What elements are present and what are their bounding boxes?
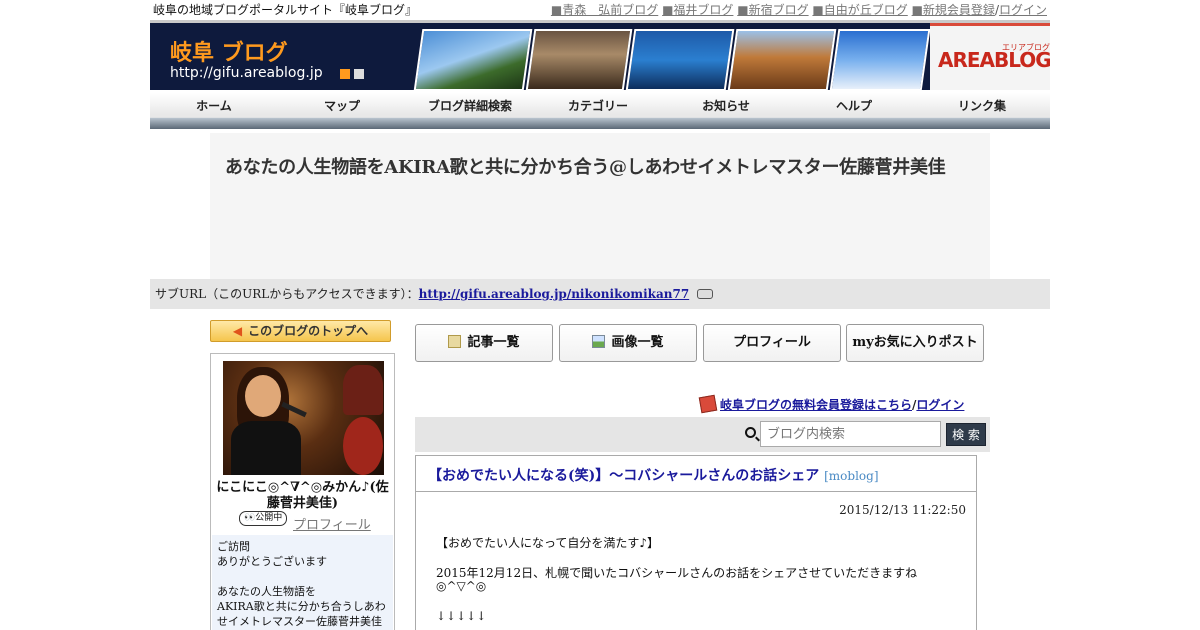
banner-photo-castle bbox=[413, 29, 533, 90]
link-aomori[interactable]: ■青森 弘前ブログ bbox=[551, 3, 658, 17]
blog-top-label: このブログのトップへ bbox=[248, 324, 369, 338]
link-login[interactable]: ログイン bbox=[999, 3, 1047, 17]
tab-image-list[interactable]: 画像一覧 bbox=[559, 324, 697, 362]
bio-line: せイメトレマスター佐藤菅井美佳 bbox=[217, 615, 382, 628]
link-shinjuku[interactable]: ■新宿ブログ bbox=[737, 3, 808, 17]
nav-links[interactable]: リンク集 bbox=[918, 97, 1046, 114]
register-prompt: 岐阜ブログの無料会員登録はこちら/ログイン bbox=[698, 394, 964, 414]
nav-map[interactable]: マップ bbox=[278, 97, 406, 114]
post-title-text[interactable]: 【おめでたい人になる(笑)】～コバシャールさんのお話シェア bbox=[428, 468, 819, 484]
bio-line: AKIRA歌と共に分かち合うしあわ bbox=[217, 600, 386, 613]
image-icon bbox=[592, 335, 606, 348]
tab-article-list-label: 記事一覧 bbox=[467, 335, 520, 350]
blog-top-button[interactable]: ◀ このブログのトップへ bbox=[210, 320, 391, 342]
register-link[interactable]: 岐阜ブログの無料会員登録はこちら bbox=[720, 398, 912, 412]
link-jiyugaoka[interactable]: ■自由が丘ブログ bbox=[812, 3, 907, 17]
eyes-icon: 👀 bbox=[244, 513, 256, 523]
nav-category[interactable]: カテゴリー bbox=[534, 97, 662, 114]
nav-home[interactable]: ホーム bbox=[150, 97, 278, 114]
search-button[interactable]: 検 索 bbox=[946, 423, 986, 446]
site-banner: 岐阜 ブログ http://gifu.areablog.jp エリアブログ AR… bbox=[150, 20, 1050, 90]
post-line: ◎^▽^◎ bbox=[436, 579, 487, 593]
areablog-logo[interactable]: エリアブログ AREABLOG bbox=[930, 23, 1050, 90]
blog-post: 【おめでたい人になる(笑)】～コバシャールさんのお話シェア [moblog] 2… bbox=[415, 455, 977, 630]
main-nav: ホーム マップ ブログ詳細検索 カテゴリー お知らせ ヘルプ リンク集 bbox=[150, 93, 1050, 129]
areablog-wordmark: AREABLOG bbox=[938, 48, 1050, 72]
sub-url-bar: サブURL（このURLからもアクセスできます）：http://gifu.area… bbox=[150, 279, 1050, 309]
top-bar: 岐阜の地域ブログポータルサイト『岐阜ブログ』 ■青森 弘前ブログ ■福井ブログ … bbox=[150, 0, 1050, 20]
profile-box: にこにこ◎^∇^◎みかん♪(佐藤菅井美佳) 👀公開中 プロフィール ご訪問 あり… bbox=[210, 353, 395, 630]
avatar[interactable] bbox=[223, 361, 384, 475]
public-status-badge: 👀公開中 bbox=[239, 511, 288, 526]
link-fukui[interactable]: ■福井ブログ bbox=[662, 3, 733, 17]
post-tag: [moblog] bbox=[824, 469, 879, 483]
blog-header: あなたの人生物語をAKIRA歌と共に分かち合う@しあわせイメトレマスター佐藤菅井… bbox=[210, 133, 990, 279]
site-logo[interactable]: 岐阜 ブログ bbox=[170, 35, 288, 67]
post-header: 【おめでたい人になる(笑)】～コバシャールさんのお話シェア [moblog] bbox=[416, 456, 976, 492]
search-icon bbox=[745, 427, 756, 438]
nav-news[interactable]: お知らせ bbox=[662, 97, 790, 114]
register-icon bbox=[698, 394, 718, 414]
arrow-left-icon: ◀ bbox=[232, 324, 243, 338]
nav-help[interactable]: ヘルプ bbox=[790, 97, 918, 114]
avatar-bg-person bbox=[343, 365, 383, 415]
profile-bio: ご訪問 ありがとうございます あなたの人生物語を AKIRA歌と共に分かち合うし… bbox=[212, 535, 393, 630]
banner-photo-village bbox=[727, 29, 837, 90]
profile-link[interactable]: プロフィール bbox=[293, 514, 371, 533]
logo-square-orange bbox=[340, 69, 350, 79]
site-tagline: 岐阜の地域ブログポータルサイト『岐阜ブログ』 bbox=[153, 3, 418, 17]
logo-square-gray bbox=[354, 69, 364, 79]
bio-line bbox=[217, 569, 388, 584]
public-badge-label: 公開中 bbox=[255, 513, 283, 523]
tab-profile[interactable]: プロフィール bbox=[703, 324, 841, 362]
sub-url-link[interactable]: http://gifu.areablog.jp/nikonikomikan77 bbox=[419, 287, 690, 301]
login-link[interactable]: ログイン bbox=[916, 398, 964, 412]
banner-photo-street bbox=[525, 29, 633, 90]
bio-line: あなたの人生物語を bbox=[217, 585, 316, 598]
link-register[interactable]: ■新規会員登録 bbox=[912, 3, 995, 17]
banner-photo-snow bbox=[829, 29, 931, 90]
bio-line: ありがとうございます bbox=[217, 555, 327, 568]
banner-photo-river bbox=[625, 29, 735, 90]
tab-image-list-label: 画像一覧 bbox=[611, 335, 664, 350]
tab-favorite-posts[interactable]: myお気に入りポスト bbox=[846, 324, 984, 362]
post-title[interactable]: 【おめでたい人になる(笑)】～コバシャールさんのお話シェア [moblog] bbox=[428, 465, 879, 485]
search-input[interactable] bbox=[760, 421, 941, 447]
avatar-face bbox=[245, 375, 281, 417]
post-line: 【おめでたい人になって自分を満たす♪】 bbox=[436, 536, 660, 550]
post-line: ↓↓↓↓↓ bbox=[436, 609, 487, 623]
top-links: ■青森 弘前ブログ ■福井ブログ ■新宿ブログ ■自由が丘ブログ ■新規会員登録… bbox=[550, 3, 1047, 17]
blog-title[interactable]: あなたの人生物語をAKIRA歌と共に分かち合う@しあわせイメトレマスター佐藤菅井… bbox=[225, 153, 946, 179]
post-line: 2015年12月12日、札幌で聞いたコバシャールさんのお話をシェアさせていただき… bbox=[436, 566, 918, 580]
post-date: 2015/12/13 11:22:50 bbox=[839, 503, 966, 517]
document-list-icon bbox=[448, 335, 462, 348]
avatar-body bbox=[231, 421, 301, 475]
sub-url-label: サブURL（このURLからもアクセスできます）： bbox=[155, 287, 419, 301]
profile-nickname: にこにこ◎^∇^◎みかん♪(佐藤菅井美佳) bbox=[216, 480, 389, 511]
bio-line: ご訪問 bbox=[217, 540, 250, 553]
site-url: http://gifu.areablog.jp bbox=[170, 65, 323, 81]
mobile-icon bbox=[697, 289, 713, 299]
tab-article-list[interactable]: 記事一覧 bbox=[415, 324, 553, 362]
blog-search-bar: 検 索 bbox=[415, 417, 990, 452]
nav-blog-search[interactable]: ブログ詳細検索 bbox=[406, 97, 534, 114]
avatar-guitar bbox=[343, 417, 383, 475]
